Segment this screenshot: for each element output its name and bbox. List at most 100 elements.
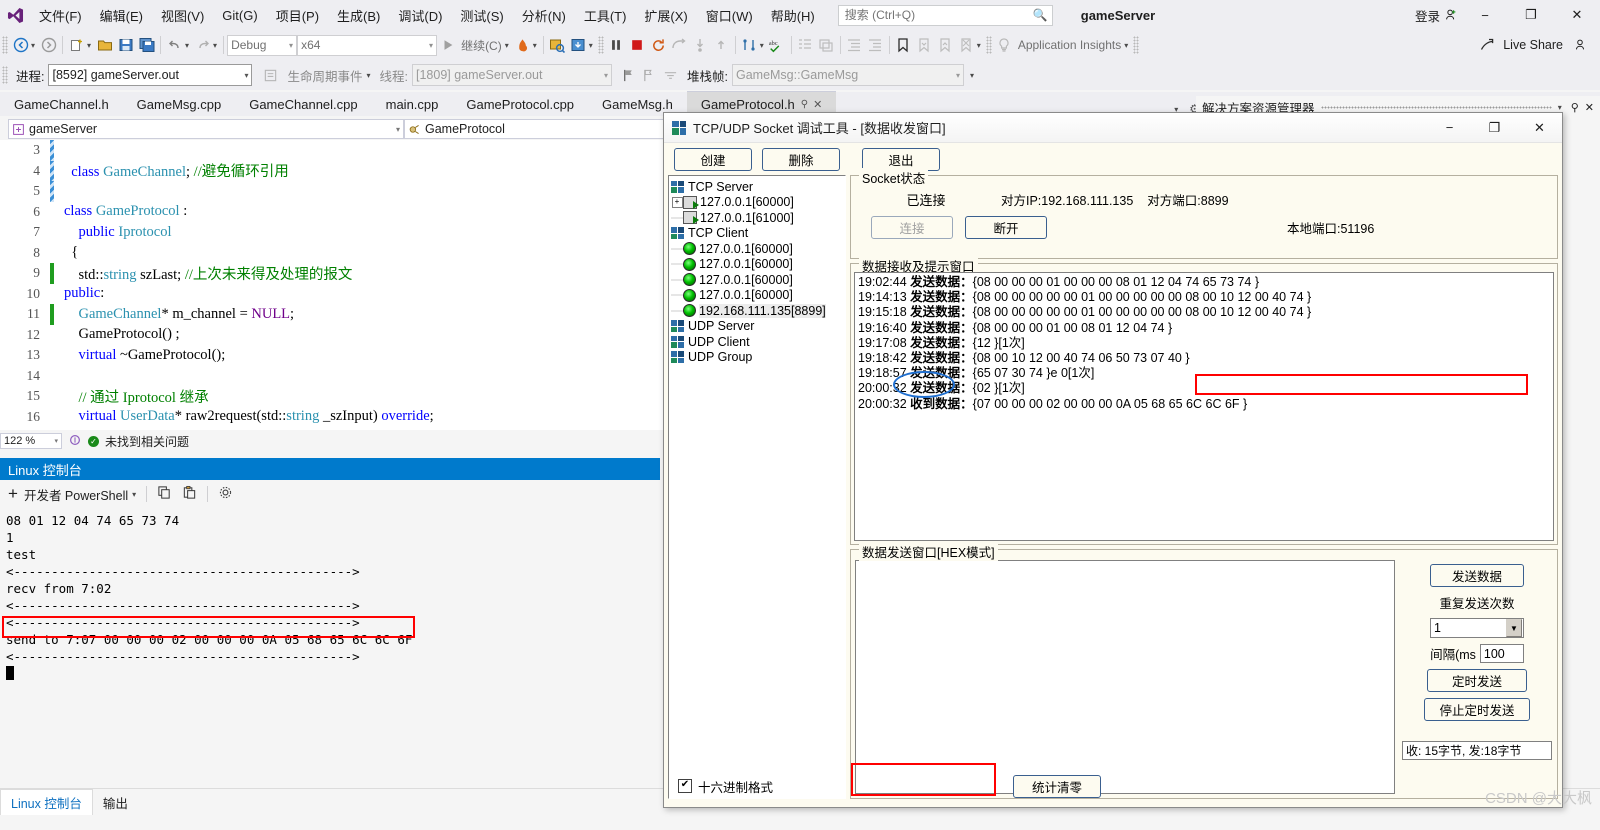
shell-select[interactable]: 开发者 PowerShell [24, 485, 128, 504]
send-textarea[interactable] [855, 560, 1395, 794]
toolbar-grip[interactable] [597, 36, 604, 54]
continue-dropdown-icon[interactable]: ▾ [505, 41, 512, 50]
lifecycle-dropdown-icon[interactable]: ▾ [367, 71, 374, 80]
menu-help[interactable]: 帮助(H) [762, 1, 824, 30]
diff-dropdown-icon[interactable]: ▾ [760, 41, 767, 50]
paste-icon[interactable] [179, 485, 200, 503]
gear-icon[interactable] [215, 485, 236, 503]
spellcheck-icon[interactable]: abc [767, 34, 788, 56]
close-icon[interactable]: ✕ [813, 98, 822, 111]
scope-select[interactable]: gameServer ▾ [8, 119, 404, 139]
live-share-icon[interactable] [1476, 34, 1497, 56]
menu-analyze[interactable]: 分析(N) [513, 1, 575, 30]
solution-explorer-menu-icon[interactable]: ▾ [1558, 103, 1565, 112]
outline-icon[interactable] [795, 34, 816, 56]
menu-view[interactable]: 视图(V) [152, 1, 213, 30]
debug-toolbar-overflow-icon[interactable]: ▾ [970, 71, 977, 80]
copy-icon[interactable] [154, 485, 175, 503]
indent-increase-icon[interactable] [865, 34, 886, 56]
comment-icon[interactable] [816, 34, 837, 56]
bookmark-icon[interactable] [893, 34, 914, 56]
redo-dropdown-icon[interactable]: ▾ [213, 41, 220, 50]
delete-button[interactable]: 删除 [762, 147, 840, 171]
hex-format-checkbox-row[interactable]: ✔ 十六进制格式 [668, 777, 773, 796]
receive-log[interactable]: 19:02:44 发送数据：{08 00 00 00 01 00 00 00 0… [854, 272, 1554, 541]
lifecycle-events-icon[interactable] [260, 64, 281, 86]
tab-gamechannel-cpp[interactable]: GameChannel.cpp [235, 92, 372, 116]
redo-icon[interactable] [192, 34, 213, 56]
tree-expander[interactable]: + [671, 196, 683, 208]
tree-item[interactable]: TCP Client [671, 226, 843, 242]
lightbulb-icon[interactable] [994, 34, 1015, 56]
bookmark-next-icon[interactable] [935, 34, 956, 56]
dialog-maximize-button[interactable]: ❐ [1472, 113, 1517, 142]
process-select[interactable]: [8592] gameServer.out ▾ [48, 64, 253, 86]
member-select[interactable]: GameProtocol [404, 119, 674, 139]
open-file-icon[interactable] [94, 34, 115, 56]
tree-item[interactable]: UDP Client [671, 334, 843, 350]
pin-icon[interactable]: ⚲ [801, 99, 808, 110]
shell-dropdown-icon[interactable]: ▾ [132, 490, 139, 499]
add-terminal-icon[interactable]: + [6, 484, 20, 504]
diff-icon[interactable] [739, 34, 760, 56]
tab-main-cpp[interactable]: main.cpp [371, 92, 453, 116]
flag-icon[interactable] [618, 64, 639, 86]
menu-tools[interactable]: 工具(T) [575, 1, 636, 30]
hex-format-checkbox[interactable]: ✔ [678, 779, 692, 793]
vs-search-box[interactable]: 🔍 [837, 4, 1053, 26]
menu-debug[interactable]: 调试(D) [389, 1, 451, 30]
bookmark-prev-icon[interactable] [914, 34, 935, 56]
continue-label[interactable]: 继续(C) [458, 37, 505, 54]
menu-test[interactable]: 测试(S) [451, 1, 512, 30]
snapshot-dropdown-icon[interactable]: ▾ [589, 41, 596, 50]
disconnect-button[interactable]: 断开 [965, 216, 1047, 239]
menu-window[interactable]: 窗口(W) [697, 1, 762, 30]
zoom-level-select[interactable]: 122 % ▾ [0, 433, 62, 449]
navigate-back-icon[interactable] [10, 34, 31, 56]
bottom-tab-output[interactable]: 输出 [93, 790, 138, 815]
minimize-button[interactable]: − [1462, 0, 1508, 30]
tree-item[interactable]: 127.0.0.1[60000] [671, 288, 843, 304]
indent-decrease-icon[interactable] [844, 34, 865, 56]
flag-thread-icon[interactable] [639, 64, 660, 86]
menu-extensions[interactable]: 扩展(X) [635, 1, 696, 30]
tree-item[interactable]: UDP Group [671, 350, 843, 366]
connect-button[interactable]: 连接 [871, 216, 953, 239]
pin-icon[interactable]: ⚲ [1571, 101, 1579, 114]
live-share-label[interactable]: Live Share [1503, 38, 1563, 52]
stop-icon[interactable] [627, 34, 648, 56]
build-configuration-select[interactable]: Debug ▾ [227, 34, 298, 56]
bottom-tab-linux-console[interactable]: Linux 控制台 [0, 789, 93, 815]
stack-frame-select[interactable]: GameMsg::GameMsg ▾ [731, 64, 964, 86]
new-project-dropdown-icon[interactable]: ▾ [87, 41, 94, 50]
tree-item[interactable]: UDP Server [671, 319, 843, 335]
tree-item[interactable]: 192.168.111.135[8899] [671, 303, 843, 319]
toolbar-grip[interactable] [2, 66, 8, 84]
attach-process-icon[interactable] [547, 34, 568, 56]
maximize-button[interactable]: ❐ [1508, 0, 1554, 30]
expand-plus-icon[interactable]: + [671, 196, 683, 208]
tree-item[interactable]: TCP Server [671, 179, 843, 195]
clear-statistics-button[interactable]: 统计清零 [1013, 774, 1102, 798]
live-share-account-icon[interactable] [1569, 34, 1590, 56]
step-into-icon[interactable] [690, 34, 711, 56]
tree-item[interactable]: +127.0.0.1[60000] [671, 195, 843, 211]
new-project-icon[interactable] [66, 34, 87, 56]
tree-item[interactable]: 127.0.0.1[60000] [671, 272, 843, 288]
send-data-button[interactable]: 发送数据 [1430, 564, 1524, 587]
toolbar-grip[interactable] [985, 36, 992, 54]
application-insights-label[interactable]: Application Insights [1015, 38, 1124, 52]
tree-item[interactable]: 127.0.0.1[60000] [671, 257, 843, 273]
code-editor[interactable]: 3 4 class GameChannel; //避免循环引用 5 6 class Ga… [0, 140, 678, 430]
repeat-count-select[interactable]: 1 ▼ [1430, 618, 1524, 638]
toolbar-grip[interactable] [2, 36, 8, 54]
undo-dropdown-icon[interactable]: ▾ [185, 41, 192, 50]
close-icon[interactable]: ✕ [1585, 101, 1600, 114]
build-platform-select[interactable]: x64 ▾ [297, 34, 438, 56]
save-icon[interactable] [115, 34, 136, 56]
navigate-forward-icon[interactable] [38, 34, 59, 56]
tab-gameprotocol-cpp[interactable]: GameProtocol.cpp [452, 92, 589, 116]
menu-file[interactable]: 文件(F) [30, 1, 91, 30]
tab-gamemsg-cpp[interactable]: GameMsg.cpp [122, 92, 236, 116]
tree-item[interactable]: 127.0.0.1[60000] [671, 241, 843, 257]
